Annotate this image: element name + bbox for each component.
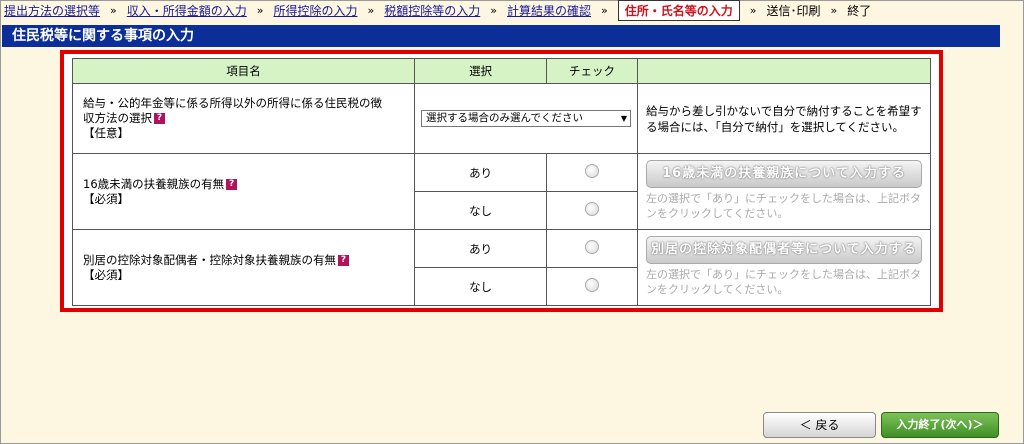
crumb-separator: » bbox=[830, 3, 838, 17]
crumb-separator: » bbox=[256, 3, 264, 17]
crumb-separator: » bbox=[601, 3, 608, 17]
note-cell: 給与から差し引かないで自分で納付することを希望する場合には、「自分で納付」を選択… bbox=[636, 83, 932, 154]
button-note: 左の選択で「あり」にチェックをした場合は、上記ボタンをクリックしてください。 bbox=[645, 192, 921, 220]
header-item-name: 項目名 bbox=[71, 58, 416, 84]
radio-separate-no[interactable] bbox=[585, 278, 599, 292]
page-title: 住民税等に関する事項の入力 bbox=[2, 25, 1000, 47]
crumb-tax-credit-input[interactable]: 税額控除等の入力 bbox=[384, 2, 480, 19]
button-cell: 16歳未満の扶養親族について入力する 左の選択で「あり」にチェックをした場合は、… bbox=[636, 153, 932, 230]
header-select: 選択 bbox=[414, 58, 548, 84]
back-button[interactable]: ＜ 戻る bbox=[763, 412, 876, 438]
crumb-separator: » bbox=[110, 3, 117, 17]
crumb-income-input[interactable]: 収入・所得金額の入力 bbox=[127, 2, 247, 19]
breadcrumb: 提出方法の選択等 » 収入・所得金額の入力 » 所得控除の入力 » 税額控除等の… bbox=[4, 0, 872, 21]
button-cell: 別居の控除対象配偶者等について入力する 左の選択で「あり」にチェックをした場合は… bbox=[636, 229, 932, 306]
help-icon[interactable]: ? bbox=[338, 254, 349, 266]
radio-cell bbox=[546, 267, 638, 306]
item-label: 給与・公的年金等に係る所得以外の所得に係る住民税の徴 bbox=[83, 96, 382, 110]
separate-dependents-button[interactable]: 別居の控除対象配偶者等について入力する bbox=[645, 236, 922, 264]
header-check: チェック bbox=[546, 58, 638, 84]
select-cell: 選択する場合のみ選んでください ▼ bbox=[414, 83, 638, 154]
crumb-deduction-input[interactable]: 所得控除の入力 bbox=[274, 2, 358, 19]
radio-separate-yes[interactable] bbox=[585, 240, 599, 254]
collection-method-select[interactable]: 選択する場合のみ選んでください ▼ bbox=[421, 110, 632, 127]
help-icon[interactable]: ? bbox=[226, 178, 238, 190]
crumb-submission-method[interactable]: 提出方法の選択等 bbox=[4, 2, 100, 19]
crumb-separator: » bbox=[490, 3, 497, 17]
optional-tag: 【任意】 bbox=[83, 126, 129, 140]
crumb-current-address-name: 住所・氏名等の入力 bbox=[617, 0, 740, 21]
required-tag: 【必須】 bbox=[83, 191, 129, 206]
item-label: 16歳未満の扶養親族の有無 bbox=[83, 176, 225, 191]
highlight-box: 項目名 選択 チェック 給与・公的年金等に係る所得以外の所得に係る住民税の徴 収… bbox=[60, 50, 943, 312]
select-value: 選択する場合のみ選んでください bbox=[426, 112, 584, 124]
radio-cell bbox=[546, 153, 638, 192]
option-yes-label: あり bbox=[414, 229, 548, 268]
header-note bbox=[636, 58, 932, 84]
crumb-separator: » bbox=[367, 3, 375, 17]
resident-tax-table: 項目名 選択 チェック 給与・公的年金等に係る所得以外の所得に係る住民税の徴 収… bbox=[71, 58, 932, 306]
item-cell: 別居の控除対象配偶者・控除対象扶養親族の有無? 【必須】 bbox=[71, 229, 416, 306]
table-row: 別居の控除対象配偶者・控除対象扶養親族の有無? 【必須】 あり 別居の控除対象配… bbox=[71, 229, 932, 306]
item-label: 別居の控除対象配偶者・控除対象扶養親族の有無 bbox=[83, 252, 336, 267]
radio-cell bbox=[546, 191, 638, 230]
crumb-separator: » bbox=[749, 3, 757, 17]
radio-under16-no[interactable] bbox=[585, 202, 599, 216]
crumb-finish: 終了 bbox=[847, 3, 872, 18]
option-no-label: なし bbox=[414, 191, 548, 230]
radio-under16-yes[interactable] bbox=[585, 164, 599, 178]
crumb-result-check[interactable]: 計算結果の確認 bbox=[507, 2, 591, 19]
next-button[interactable]: 入力終了(次へ)＞ bbox=[881, 412, 999, 438]
help-icon[interactable]: ? bbox=[154, 113, 165, 124]
radio-cell bbox=[546, 229, 638, 268]
table-header-row: 項目名 選択 チェック bbox=[71, 58, 932, 84]
item-cell: 16歳未満の扶養親族の有無? 【必須】 bbox=[71, 153, 416, 230]
item-cell: 給与・公的年金等に係る所得以外の所得に係る住民税の徴 収方法の選択? 【任意】 bbox=[71, 83, 416, 154]
table-row: 給与・公的年金等に係る所得以外の所得に係る住民税の徴 収方法の選択? 【任意】 … bbox=[71, 83, 932, 154]
required-tag: 【必須】 bbox=[83, 267, 129, 282]
under16-dependents-button[interactable]: 16歳未満の扶養親族について入力する bbox=[645, 160, 922, 188]
crumb-send-print: 送信･印刷 bbox=[766, 3, 821, 18]
option-no-label: なし bbox=[414, 267, 548, 306]
button-note: 左の選択で「あり」にチェックをした場合は、上記ボタンをクリックしてください。 bbox=[645, 268, 921, 296]
table-row: 16歳未満の扶養親族の有無? 【必須】 あり 16歳未満の扶養親族について入力す… bbox=[71, 153, 932, 230]
option-yes-label: あり bbox=[414, 153, 548, 192]
dropdown-arrow-icon: ▼ bbox=[620, 114, 628, 123]
item-label: 収方法の選択 bbox=[83, 111, 152, 125]
